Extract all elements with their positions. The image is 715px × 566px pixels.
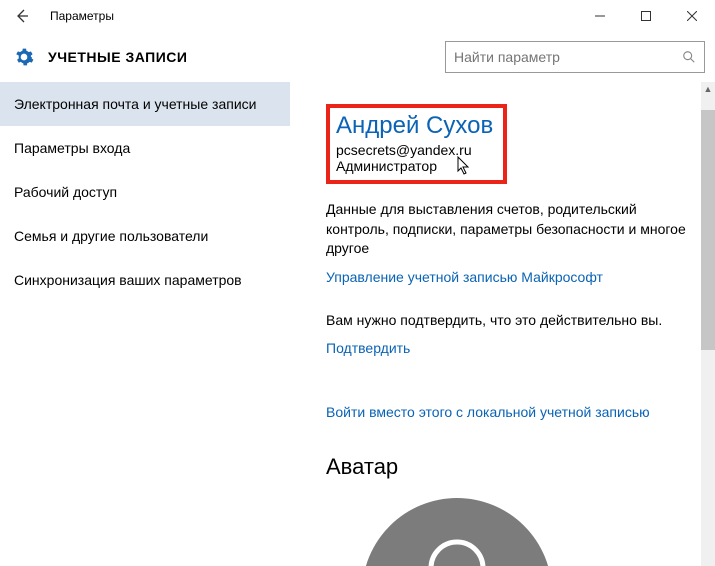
avatar-container	[326, 498, 691, 566]
vertical-scrollbar[interactable]: ▲	[701, 82, 715, 566]
minimize-button[interactable]	[577, 0, 623, 32]
back-button[interactable]	[4, 0, 40, 32]
maximize-icon	[641, 11, 651, 21]
verify-link[interactable]: Подтвердить	[326, 340, 410, 356]
verify-description: Вам нужно подтвердить, что это действите…	[326, 311, 691, 331]
page-title: УЧЕТНЫЕ ЗАПИСИ	[48, 49, 187, 65]
search-box[interactable]	[445, 41, 705, 73]
avatar-heading: Аватар	[326, 454, 691, 480]
close-button[interactable]	[669, 0, 715, 32]
window-title: Параметры	[50, 9, 114, 23]
sidebar-item-family-users[interactable]: Семья и другие пользователи	[0, 214, 290, 258]
settings-home-button[interactable]	[10, 47, 38, 67]
avatar-icon	[402, 533, 512, 566]
scroll-up-arrow-icon[interactable]: ▲	[701, 82, 715, 96]
minimize-icon	[595, 11, 605, 21]
manage-account-link[interactable]: Управление учетной записью Майкрософт	[326, 269, 603, 285]
search-input[interactable]	[454, 49, 682, 65]
back-arrow-icon	[14, 8, 30, 24]
scrollbar-thumb[interactable]	[701, 110, 715, 350]
gear-icon	[14, 47, 34, 67]
sidebar-item-work-access[interactable]: Рабочий доступ	[0, 170, 290, 214]
account-highlight-box: Андрей Сухов pcsecrets@yandex.ru Админис…	[326, 104, 507, 184]
titlebar: Параметры	[0, 0, 715, 32]
close-icon	[687, 11, 697, 21]
maximize-button[interactable]	[623, 0, 669, 32]
sidebar-item-sync-settings[interactable]: Синхронизация ваших параметров	[0, 258, 290, 302]
billing-description: Данные для выставления счетов, родительс…	[326, 200, 691, 259]
body: Электронная почта и учетные записи Парам…	[0, 82, 715, 566]
content-panel: Андрей Сухов pcsecrets@yandex.ru Админис…	[290, 82, 715, 566]
cursor-pointer-icon	[457, 156, 471, 176]
sidebar-item-signin-options[interactable]: Параметры входа	[0, 126, 290, 170]
avatar-placeholder[interactable]	[362, 498, 552, 566]
window-controls	[577, 0, 715, 32]
sidebar: Электронная почта и учетные записи Парам…	[0, 82, 290, 566]
account-name: Андрей Сухов	[336, 112, 493, 140]
search-icon	[682, 50, 696, 64]
header: УЧЕТНЫЕ ЗАПИСИ	[0, 32, 715, 82]
sidebar-item-email-accounts[interactable]: Электронная почта и учетные записи	[0, 82, 290, 126]
local-account-link[interactable]: Войти вместо этого с локальной учетной з…	[326, 404, 650, 420]
